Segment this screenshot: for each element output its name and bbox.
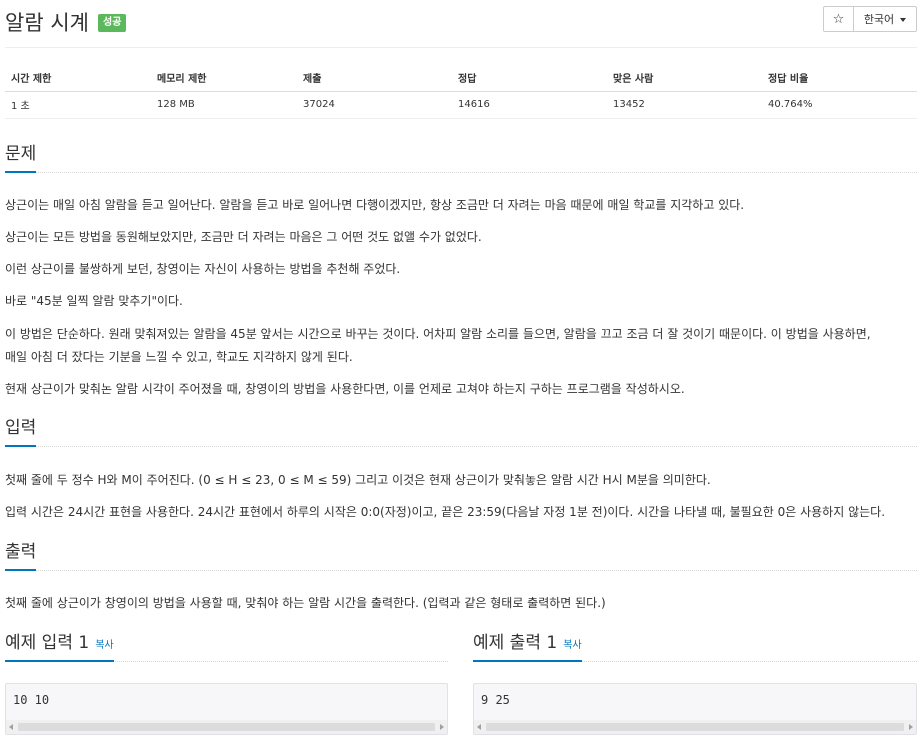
scrollbar-thumb[interactable] xyxy=(486,723,904,731)
input-paragraph: 첫째 줄에 두 정수 H와 M이 주어진다. (0 ≤ H ≤ 23, 0 ≤ … xyxy=(5,473,711,487)
header-memory-limit: 메모리 제한 xyxy=(151,65,297,92)
sample-input-scrollbar[interactable] xyxy=(6,720,447,734)
header-time-limit: 시간 제한 xyxy=(5,65,151,92)
sample-input-text: 10 10 xyxy=(13,693,50,707)
problem-paragraph: 현재 상근이가 맞춰논 알람 시각이 주어졌을 때, 창영이의 방법을 사용한다… xyxy=(5,382,685,396)
sample-output-box: 9 25 xyxy=(473,683,917,735)
favorite-button[interactable]: ☆ xyxy=(824,7,854,31)
language-label: 한국어 xyxy=(863,13,895,26)
sample-output-title: 예제 출력 1 xyxy=(473,633,558,653)
output-heading: 출력 xyxy=(5,537,37,571)
copy-sample-input-link[interactable]: 복사 xyxy=(95,640,113,651)
scroll-right-icon[interactable] xyxy=(440,724,444,730)
problem-paragraph: 이 방법은 단순하다. 원래 맞춰져있는 알람을 45분 앞서는 시간으로 바꾸… xyxy=(5,327,871,341)
sample-output-heading: 예제 출력 1 복사 xyxy=(473,628,582,662)
input-paragraph: 입력 시간은 24시간 표현을 사용한다. 24시간 표현에서 하루의 시작은 … xyxy=(5,505,886,519)
language-dropdown[interactable]: 한국어 xyxy=(854,7,916,31)
scrollbar-thumb[interactable] xyxy=(18,723,435,731)
input-heading: 입력 xyxy=(5,413,37,447)
value-time-limit: 1 초 xyxy=(5,91,151,119)
sample-output-text: 9 25 xyxy=(481,693,510,707)
problem-title-row: 알람 시계 성공 ☆ 한국어 xyxy=(5,5,917,41)
problem-paragraph: 상근이는 매일 아침 알람을 듣고 일어난다. 알람을 듣고 바로 일어나면 다… xyxy=(5,198,745,212)
problem-paragraph: 바로 "45분 일찍 알람 맞추기"이다. xyxy=(5,294,183,308)
value-submissions: 37024 xyxy=(297,91,452,119)
problem-paragraph: 이런 상근이를 불쌍하게 보던, 창영이는 자신이 사용하는 방법을 추천해 주… xyxy=(5,262,401,276)
sample-input-header: 예제 입력 1 복사 xyxy=(5,628,448,662)
value-solved-users: 13452 xyxy=(607,91,762,119)
value-memory-limit: 128 MB xyxy=(151,91,297,119)
output-section-header: 출력 xyxy=(5,537,917,571)
header-solved-users: 맞은 사람 xyxy=(607,65,762,92)
problem-paragraph: 매일 아침 더 잤다는 기분을 느낄 수 있고, 학교도 지각하지 않게 된다. xyxy=(5,350,353,364)
problem-heading: 문제 xyxy=(5,139,37,173)
sample-output-scrollbar[interactable] xyxy=(474,720,916,734)
sample-input-title: 예제 입력 1 xyxy=(5,633,90,653)
problem-paragraph: 상근이는 모든 방법을 동원해보았지만, 조금만 더 자려는 마음은 그 어떤 … xyxy=(5,230,482,244)
sample-input-heading: 예제 입력 1 복사 xyxy=(5,628,114,662)
input-section-header: 입력 xyxy=(5,413,917,447)
header-accepted: 정답 xyxy=(452,65,607,92)
table-row: 1 초 128 MB 37024 14616 13452 40.764% xyxy=(5,91,917,119)
sample-input-box: 10 10 xyxy=(5,683,448,735)
scroll-right-icon[interactable] xyxy=(909,724,913,730)
problem-section-header: 문제 xyxy=(5,139,917,173)
output-paragraph: 첫째 줄에 상근이가 창영이의 방법을 사용할 때, 맞춰야 하는 알람 시간을… xyxy=(5,596,606,610)
scroll-left-icon[interactable] xyxy=(9,724,13,730)
page-title: 알람 시계 xyxy=(5,11,89,35)
problem-info-table: 시간 제한 메모리 제한 제출 정답 맞은 사람 정답 비율 1 초 128 M… xyxy=(5,65,917,119)
value-accept-ratio: 40.764% xyxy=(762,91,917,119)
star-icon: ☆ xyxy=(832,11,845,27)
header-submissions: 제출 xyxy=(297,65,452,92)
title-button-group: ☆ 한국어 xyxy=(823,6,917,32)
table-header-row: 시간 제한 메모리 제한 제출 정답 맞은 사람 정답 비율 xyxy=(5,65,917,92)
sample-output-header: 예제 출력 1 복사 xyxy=(473,628,917,662)
header-accept-ratio: 정답 비율 xyxy=(762,65,917,92)
copy-sample-output-link[interactable]: 복사 xyxy=(563,640,581,651)
caret-down-icon xyxy=(900,17,907,22)
scroll-left-icon[interactable] xyxy=(477,724,481,730)
value-accepted: 14616 xyxy=(452,91,607,119)
title-divider xyxy=(5,47,917,48)
status-badge: 성공 xyxy=(98,14,127,32)
